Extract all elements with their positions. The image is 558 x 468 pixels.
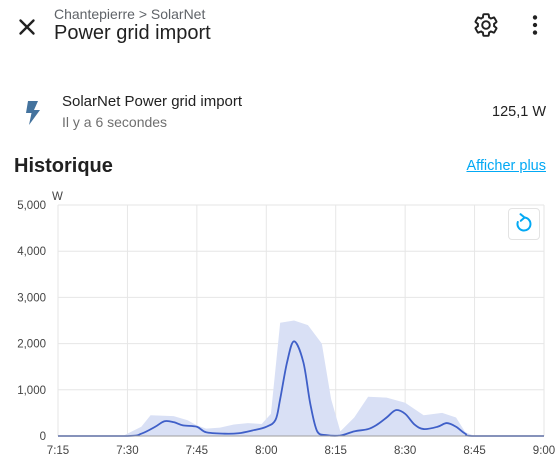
refresh-icon [516,213,532,232]
y-tick-label: 5,000 [17,200,46,212]
y-axis-unit: W [52,191,63,203]
entity-state-value: 125,1 W [492,104,546,120]
x-tick-label: 7:45 [186,445,208,457]
x-tick-label: 8:30 [394,445,416,457]
more-vert-icon [532,15,538,35]
top-bar: Chantepierre > SolarNet Power grid impor… [0,0,558,60]
reset-zoom-button[interactable] [508,208,540,240]
gear-icon [474,13,498,37]
x-tick-label: 7:30 [116,445,138,457]
min-max-band [58,320,544,436]
y-tick-label: 0 [40,431,46,443]
y-tick-label: 3,000 [17,292,46,304]
settings-button[interactable] [473,12,499,38]
y-tick-label: 2,000 [17,339,46,351]
more-options-button[interactable] [522,12,548,38]
x-tick-label: 8:45 [463,445,485,457]
y-tick-label: 4,000 [17,246,46,258]
history-chart[interactable]: 0 1,000 2,000 3,000 4,000 5,000 7:15 7:30 7:45 8:… [0,186,558,468]
entity-row: SolarNet Power grid import Il y a 6 seco… [0,88,558,138]
entity-name: SolarNet Power grid import [62,93,243,110]
breadcrumb[interactable]: Chantepierre > SolarNet [54,6,205,22]
x-tick-label: 8:15 [325,445,347,457]
x-tick-label: 7:15 [47,445,69,457]
close-icon [19,19,35,35]
show-more-link[interactable]: Afficher plus [466,158,546,174]
x-tick-label: 9:00 [533,445,555,457]
close-button[interactable] [14,14,40,40]
last-changed: Il y a 6 secondes [62,114,168,130]
history-title: Historique [14,155,113,177]
y-tick-label: 1,000 [17,385,46,397]
x-tick-label: 8:00 [255,445,277,457]
flash-icon [26,101,40,125]
page-title: Power grid import [54,22,211,44]
